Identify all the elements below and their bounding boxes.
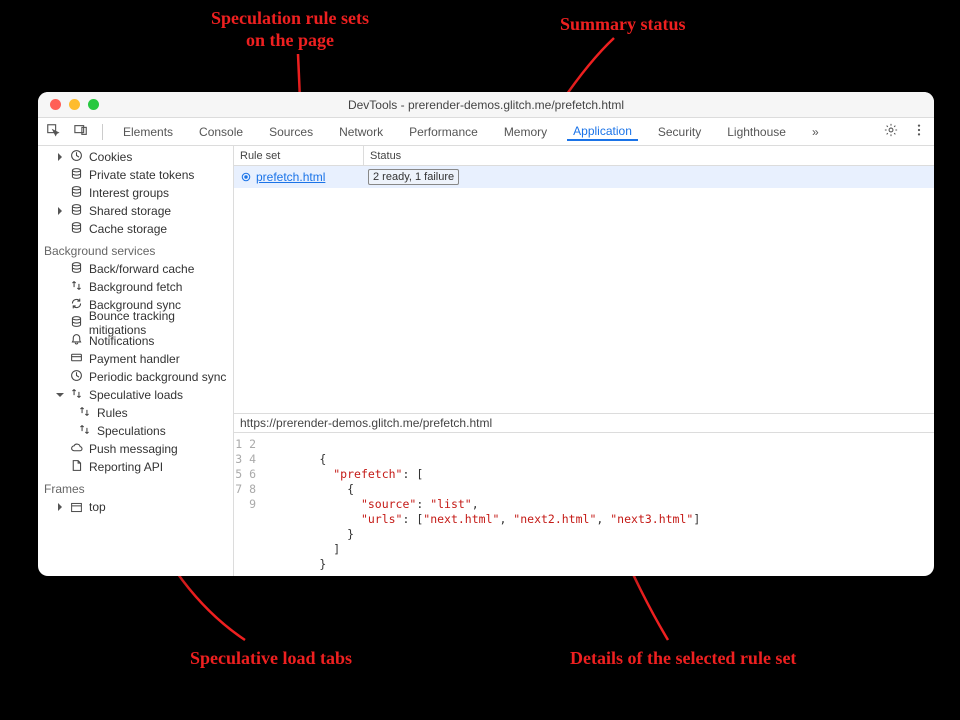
application-sidebar: Cookies Private state tokens Interest grou… [38,146,234,576]
sidebar-item-interest-groups[interactable]: Interest groups [38,184,233,202]
sidebar-item-label: Back/forward cache [89,262,194,276]
code-view: 1 2 3 4 5 6 7 8 9 { "prefetch": [ { "sou… [234,433,934,576]
tab-application[interactable]: Application [567,122,638,141]
tab-console[interactable]: Console [193,123,249,141]
section-background-services: Background services [38,238,233,260]
sidebar-item-label: Interest groups [89,186,169,200]
tab-security[interactable]: Security [652,123,707,141]
sidebar-item-speculative-loads[interactable]: Speculative loads [38,386,233,404]
sidebar-item-bounce-tracking-mitigations[interactable]: Bounce tracking mitigations [38,314,233,332]
bell-icon [70,333,83,349]
db-icon [70,203,83,219]
db-icon [70,185,83,201]
sidebar-item-cookies[interactable]: Cookies [38,148,233,166]
ruleset-cell[interactable]: prefetch.html [234,170,364,184]
annotation-summary: Summary status [560,14,686,36]
tab-network[interactable]: Network [333,123,389,141]
sidebar-item-label: Speculations [97,424,166,438]
ruleset-link[interactable]: prefetch.html [256,170,325,184]
sidebar-item-label: Push messaging [89,442,178,456]
status-badge: 2 ready, 1 failure [368,169,459,185]
window-title: DevTools - prerender-demos.glitch.me/pre… [38,98,934,112]
line-numbers: 1 2 3 4 5 6 7 8 9 [234,437,264,572]
chevron-right-icon [58,503,62,511]
tab-lighthouse[interactable]: Lighthouse [721,123,792,141]
db-icon [70,221,83,237]
sidebar-item-label: Payment handler [89,352,180,366]
window-icon [70,501,83,514]
sidebar-item-label: Speculative loads [89,388,183,402]
sidebar-item-label: Periodic background sync [89,370,226,384]
sidebar-item-periodic-background-sync[interactable]: Periodic background sync [38,368,233,386]
chevron-icon [58,207,62,215]
cloud-icon [70,441,83,457]
chevron-icon [56,393,64,397]
db-icon [70,315,83,331]
sidebar-item-label: Shared storage [89,204,171,218]
sidebar-item-frame-top[interactable]: top [38,498,233,516]
rules-panel: Rule set Status prefetch.html 2 ready, 1… [234,146,934,576]
sidebar-item-shared-storage[interactable]: Shared storage [38,202,233,220]
col-ruleset-header[interactable]: Rule set [234,146,364,165]
sidebar-item-rules[interactable]: Rules [38,404,233,422]
tab-sources[interactable]: Sources [263,123,319,141]
card-icon [70,351,83,367]
sidebar-item-label: Reporting API [89,460,163,474]
tab-performance[interactable]: Performance [403,123,484,141]
gear-icon[interactable] [884,123,898,140]
status-cell: 2 ready, 1 failure [364,169,934,185]
sidebar-item-label: Rules [97,406,128,420]
window-titlebar: DevTools - prerender-demos.glitch.me/pre… [38,92,934,118]
clock-icon [70,369,83,385]
clock-icon [70,149,83,165]
sidebar-item-speculations[interactable]: Speculations [38,422,233,440]
inspect-icon[interactable] [46,123,60,140]
source-code: { "prefetch": [ { "source": "list", "url… [264,437,700,572]
sidebar-item-back-forward-cache[interactable]: Back/forward cache [38,260,233,278]
sidebar-item-reporting-api[interactable]: Reporting API [38,458,233,476]
sidebar-item-label: Notifications [89,334,154,348]
source-path-bar: https://prerender-demos.glitch.me/prefet… [234,413,934,433]
tab-elements[interactable]: Elements [117,123,179,141]
section-frames: Frames [38,476,233,498]
sidebar-item-label: Private state tokens [89,168,194,182]
tab-memory[interactable]: Memory [498,123,553,141]
devtools-tabbar: Elements Console Sources Network Perform… [38,118,934,146]
col-status-header[interactable]: Status [364,150,934,162]
sidebar-item-label: top [89,500,106,514]
annotation-details: Details of the selected rule set [570,648,796,670]
sidebar-item-label: Cookies [89,150,132,164]
sync-icon [70,297,83,313]
devtools-window: DevTools - prerender-demos.glitch.me/pre… [38,92,934,576]
kebab-icon[interactable] [912,123,926,140]
db-icon [70,261,83,277]
db-icon [70,167,83,183]
updown-icon [70,279,83,295]
sidebar-item-label: Cache storage [89,222,167,236]
table-row[interactable]: prefetch.html 2 ready, 1 failure [234,166,934,188]
sidebar-item-label: Background fetch [89,280,182,294]
doc-icon [70,459,83,475]
updown-icon [78,405,91,421]
sidebar-item-cache-storage[interactable]: Cache storage [38,220,233,238]
sidebar-item-label: Bounce tracking mitigations [89,309,233,337]
target-icon [240,171,252,183]
sidebar-item-private-state-tokens[interactable]: Private state tokens [38,166,233,184]
table-body [234,188,934,413]
annotation-rulesets: Speculation rule sets on the page [160,8,420,51]
sidebar-item-push-messaging[interactable]: Push messaging [38,440,233,458]
device-icon[interactable] [74,123,88,140]
updown-icon [70,387,83,403]
chevron-icon [58,153,62,161]
sidebar-item-payment-handler[interactable]: Payment handler [38,350,233,368]
tabs-more[interactable]: » [806,123,825,141]
annotation-tabs: Speculative load tabs [190,648,352,670]
updown-icon [78,423,91,439]
sidebar-item-background-fetch[interactable]: Background fetch [38,278,233,296]
table-header: Rule set Status [234,146,934,166]
